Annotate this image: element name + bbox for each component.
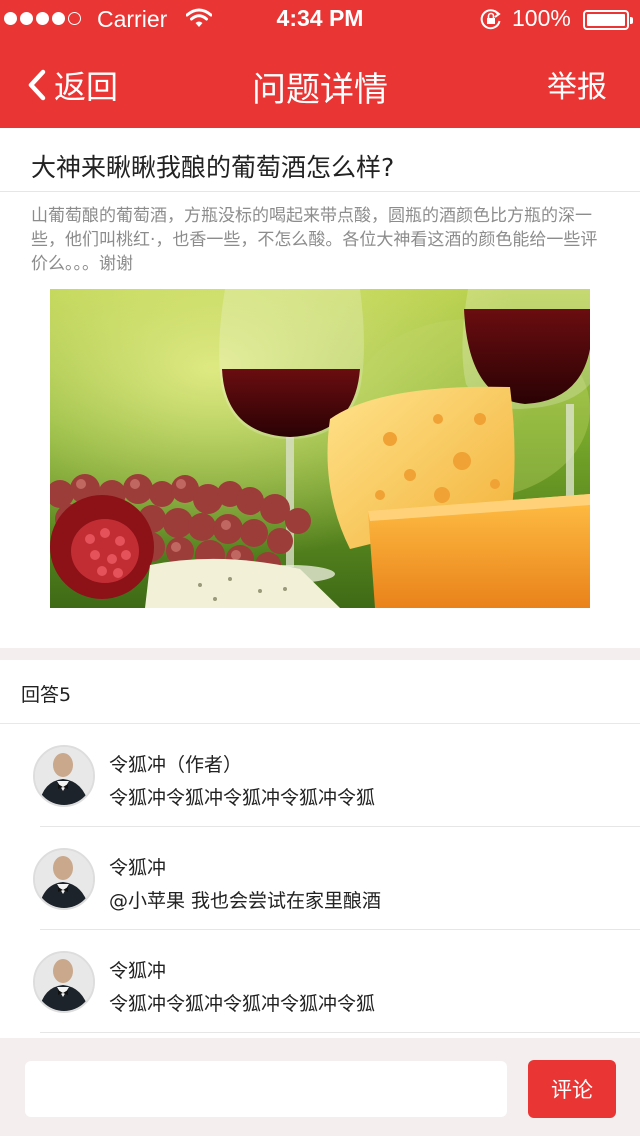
question-photo-wine-and-cheese[interactable] xyxy=(50,289,590,608)
battery-icon xyxy=(583,10,633,30)
status-bar: Carrier 4:34 PM 100% xyxy=(0,0,640,40)
question-title: 大神来瞅瞅我酿的葡萄酒怎么样? xyxy=(31,153,395,182)
avatar[interactable] xyxy=(33,745,95,807)
divider xyxy=(40,1032,640,1033)
answer-author: 令狐冲 xyxy=(109,857,167,879)
answer-item[interactable]: 令狐冲 令狐冲令狐冲令狐冲令狐冲令狐 xyxy=(0,930,640,1033)
answers-count: 回答5 xyxy=(21,684,72,706)
question-card: 大神来瞅瞅我酿的葡萄酒怎么样? 山葡萄酿的葡萄酒，方瓶没标的喝起来带点酸，圆瓶的… xyxy=(0,128,640,648)
battery-percentage: 100% xyxy=(512,5,571,31)
answer-text: 令狐冲令狐冲令狐冲令狐冲令狐 xyxy=(109,787,376,809)
avatar[interactable] xyxy=(33,951,95,1013)
navigation-bar: 返回 问题详情 举报 xyxy=(0,40,640,128)
page-title: 问题详情 xyxy=(252,70,388,110)
avatar[interactable] xyxy=(33,848,95,910)
app-header: Carrier 4:34 PM 100% 返回 问题详情 举报 xyxy=(0,0,640,128)
answer-author: 令狐冲（作者） xyxy=(109,754,243,776)
answer-item[interactable]: 令狐冲（作者） 令狐冲令狐冲令狐冲令狐冲令狐 xyxy=(0,724,640,827)
divider xyxy=(0,191,640,192)
comment-input[interactable] xyxy=(25,1061,507,1117)
submit-comment-button[interactable]: 评论 xyxy=(528,1060,616,1118)
answer-item[interactable]: 令狐冲 @小苹果 我也会尝试在家里酿酒 xyxy=(0,827,640,930)
question-body: 山葡萄酿的葡萄酒，方瓶没标的喝起来带点酸，圆瓶的酒颜色比方瓶的深一些，他们叫桃红… xyxy=(31,206,598,274)
answers-section: 回答5 令狐冲（作者） 令狐冲令狐冲令狐冲令狐冲令狐 令狐冲 @小苹果 我也会尝… xyxy=(0,660,640,1038)
rotation-lock-icon xyxy=(480,8,502,36)
answer-author: 令狐冲 xyxy=(109,960,167,982)
comment-bar: 评论 xyxy=(0,1040,640,1136)
report-button[interactable]: 举报 xyxy=(547,62,607,106)
answer-text: @小苹果 我也会尝试在家里酿酒 xyxy=(109,890,382,912)
answer-text: 令狐冲令狐冲令狐冲令狐冲令狐 xyxy=(109,993,376,1015)
